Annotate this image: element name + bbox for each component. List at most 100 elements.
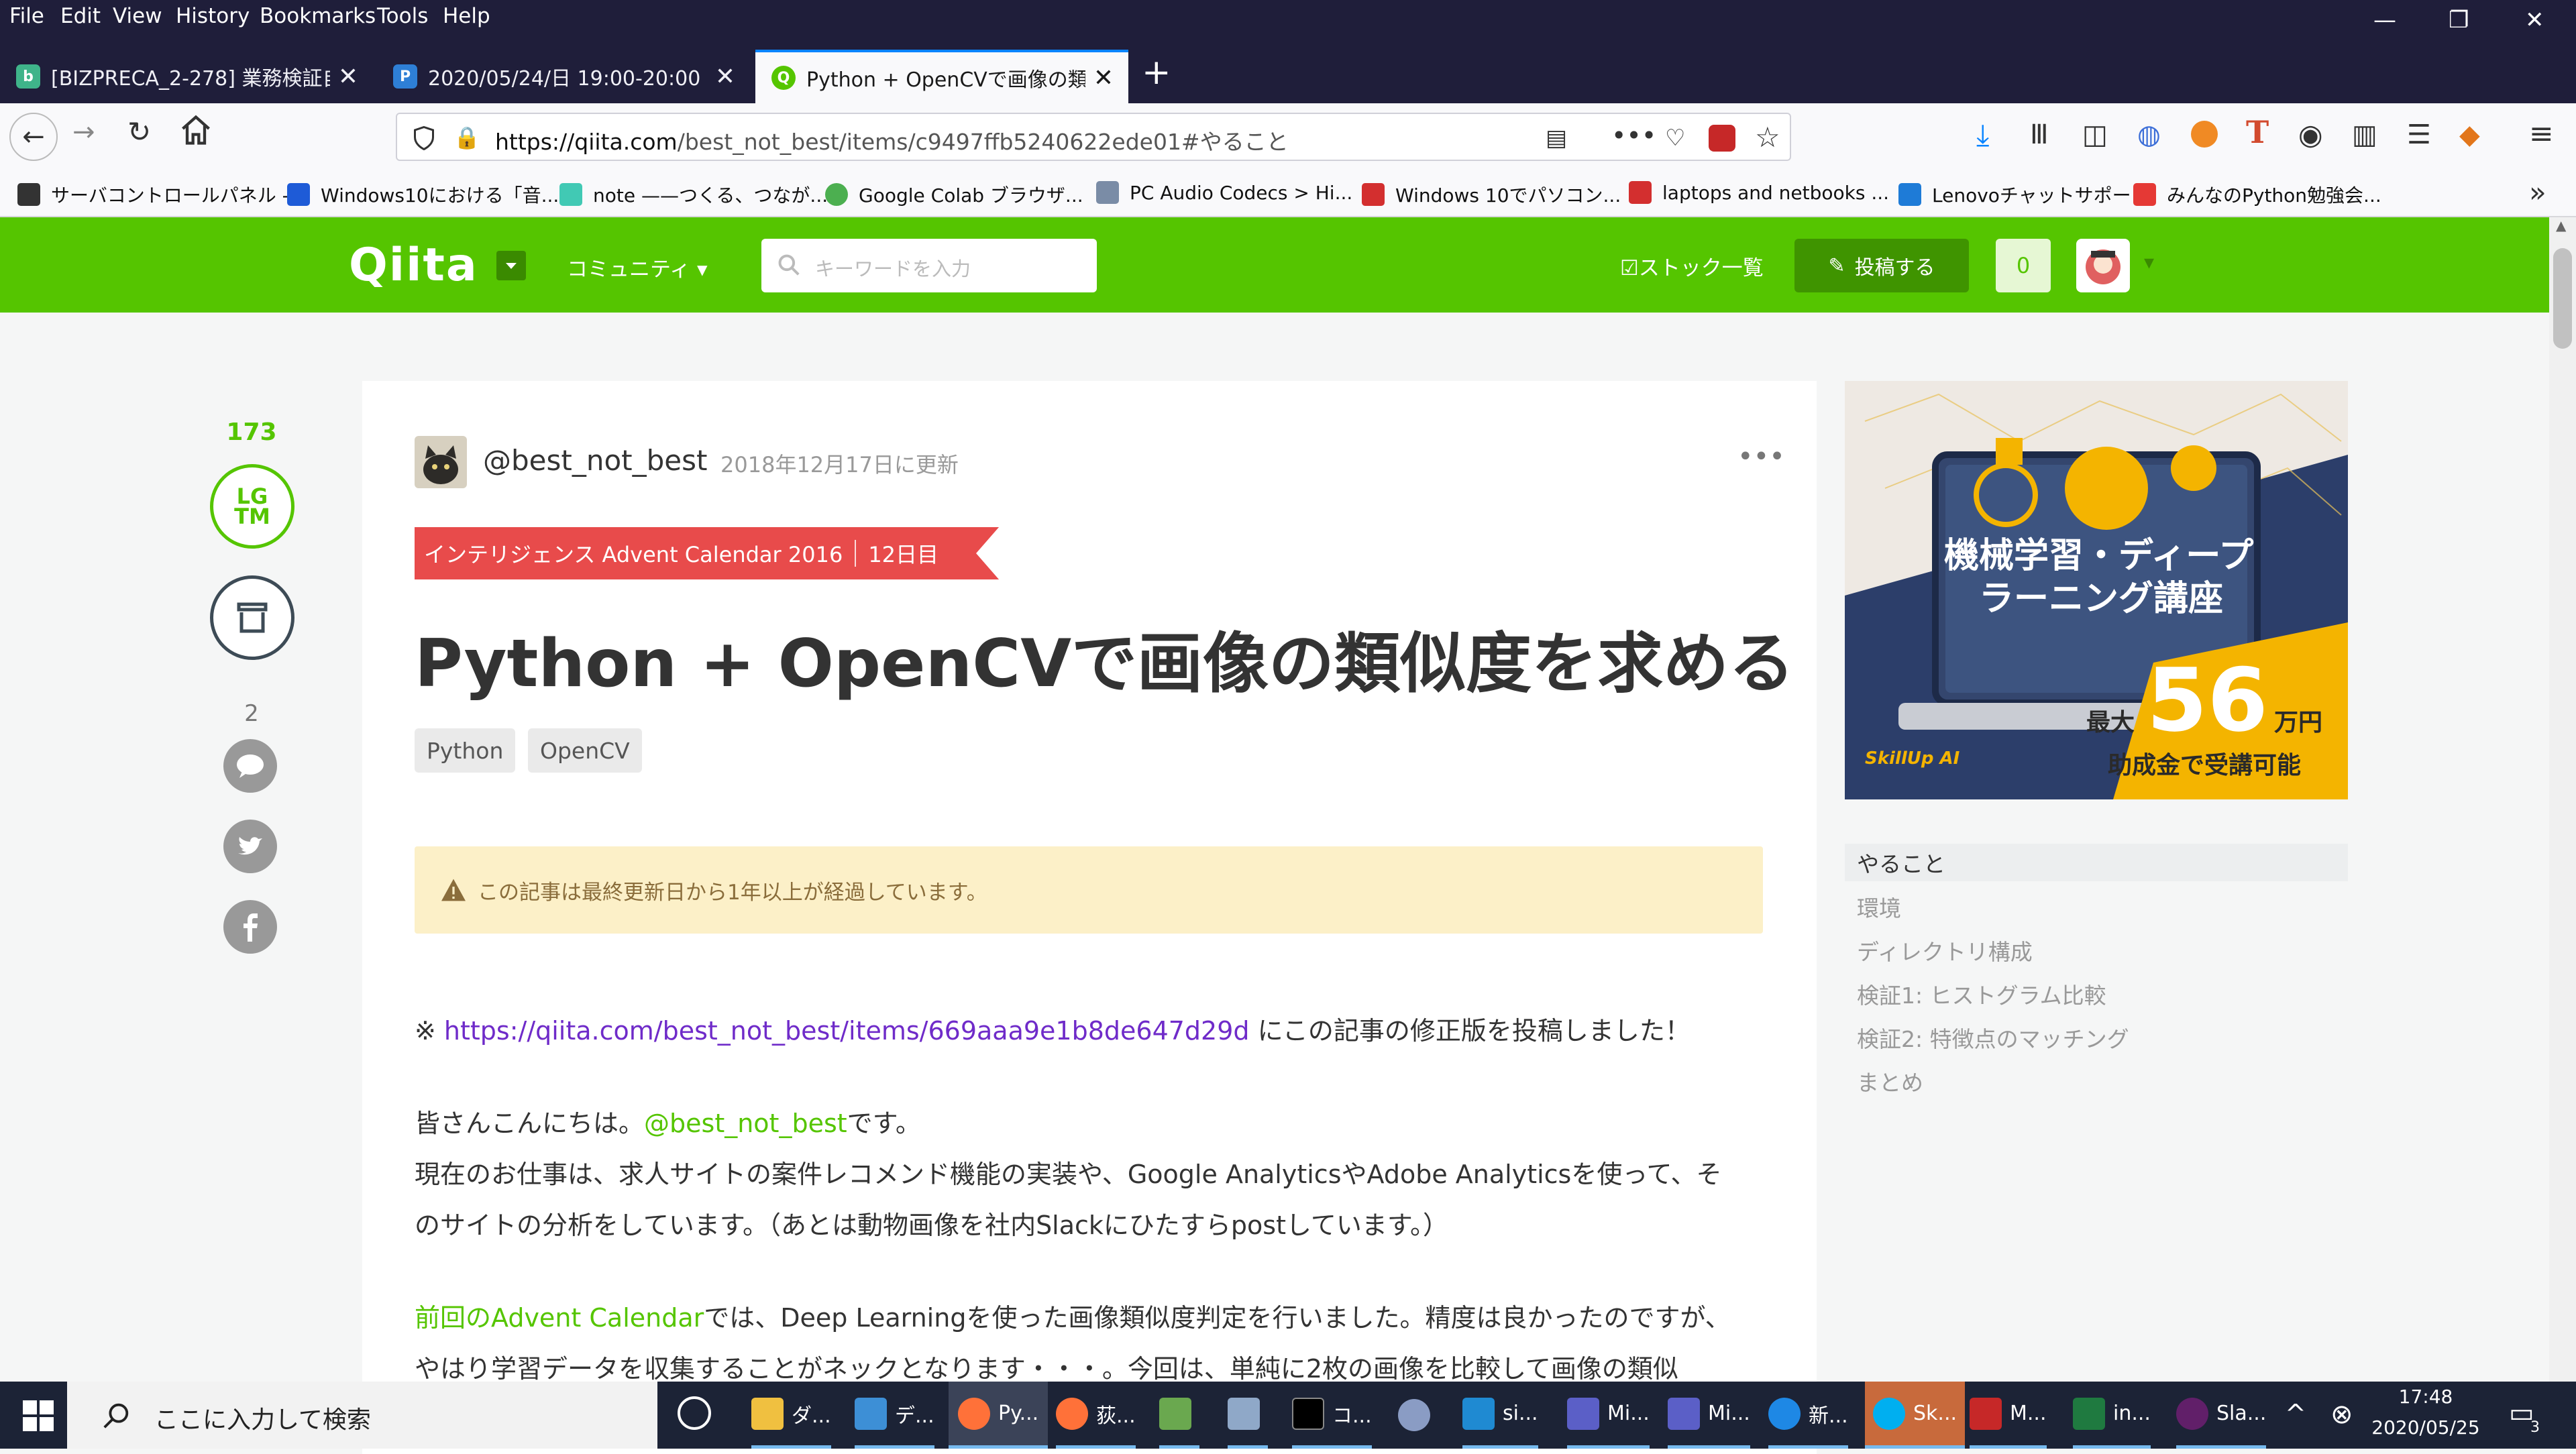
stock-button[interactable]: [210, 575, 294, 660]
bookmark-item[interactable]: Windows 10でパソコン...: [1362, 181, 1621, 208]
tag-python[interactable]: Python: [415, 728, 516, 773]
taskbar-app[interactable]: デ...: [855, 1382, 934, 1449]
advent-calendar-banner[interactable]: インテリジェンス Advent Calendar 2016 12日目: [415, 527, 999, 579]
extension-icon[interactable]: [1709, 125, 1735, 152]
menu-file[interactable]: File: [9, 4, 44, 28]
metamask-fox-icon[interactable]: ◆: [2459, 119, 2480, 150]
taskbar-app[interactable]: M...: [1970, 1382, 2047, 1449]
tab-bizpreca[interactable]: b [BIZPRECA_2-278] 業務検証自動 ✕: [0, 50, 373, 103]
taskbar-app[interactable]: [1398, 1382, 1438, 1449]
taskbar-app-active[interactable]: Py...: [949, 1382, 1049, 1449]
extension-t-icon[interactable]: T: [2246, 114, 2269, 150]
taskbar-app[interactable]: [1159, 1382, 1199, 1449]
taskbar-app[interactable]: Mi...: [1567, 1382, 1650, 1449]
tab-qiita-active[interactable]: Q Python + OpenCVで画像の類似 ✕: [755, 50, 1128, 103]
clock-time[interactable]: 17:48: [2372, 1386, 2479, 1408]
taskbar-app[interactable]: si...: [1462, 1382, 1538, 1449]
downloads-icon[interactable]: ⤓: [1976, 118, 1989, 152]
reader-view-icon[interactable]: ▤: [1546, 125, 1567, 152]
extension-server-icon[interactable]: ☰: [2407, 119, 2431, 150]
comment-icon[interactable]: [223, 739, 277, 793]
previous-advent-link[interactable]: 前回のAdvent Calendar: [415, 1303, 704, 1333]
task-view-icon[interactable]: [678, 1396, 711, 1430]
forward-icon[interactable]: →: [72, 117, 95, 148]
home-icon[interactable]: [178, 113, 213, 148]
translate-extension-icon[interactable]: ◍: [2137, 119, 2161, 150]
scroll-up-icon[interactable]: ▲: [2556, 217, 2566, 233]
taskbar-app[interactable]: [1228, 1382, 1268, 1449]
close-tab-icon[interactable]: ✕: [1093, 64, 1114, 92]
tag-opencv[interactable]: OpenCV: [528, 728, 642, 773]
bookmark-item[interactable]: PC Audio Codecs > Hi...: [1096, 181, 1352, 204]
taskbar-app[interactable]: 新...: [1768, 1382, 1848, 1449]
toc-item[interactable]: まとめ: [1845, 1062, 2348, 1100]
menu-edit[interactable]: Edit: [60, 4, 101, 28]
page-scrollbar[interactable]: ▲: [2549, 217, 2576, 1382]
reload-icon[interactable]: ↻: [127, 115, 151, 148]
toc-item[interactable]: ディレクトリ構成: [1845, 932, 2348, 969]
bookmarks-overflow-icon[interactable]: »: [2529, 176, 2546, 209]
scrollbar-thumb[interactable]: [2553, 248, 2572, 349]
author-name[interactable]: @best_not_best: [483, 444, 707, 477]
clock-date[interactable]: 2020/05/25: [2361, 1416, 2490, 1439]
tracking-shield-icon[interactable]: [412, 125, 436, 152]
toc-item[interactable]: やること: [1845, 844, 2348, 881]
back-icon[interactable]: ←: [9, 113, 58, 161]
extension-circle-icon[interactable]: ◉: [2298, 118, 2323, 151]
advertisement-banner[interactable]: 機械学習・ディープ ラーニング講座 最大 56 万円 助成金で受講可能 Skil…: [1845, 381, 2348, 799]
close-tab-icon[interactable]: ✕: [715, 63, 735, 91]
facebook-icon[interactable]: [223, 900, 277, 954]
twitter-icon[interactable]: [223, 820, 277, 873]
post-button[interactable]: ✎ 投稿する: [1794, 239, 1969, 292]
url-bar[interactable]: 🔒 https://qiita.com/best_not_best/items/…: [396, 113, 1791, 161]
library-icon[interactable]: Ⅲ: [2030, 119, 2049, 150]
bookmark-item[interactable]: サーバコントロールパネル -...: [17, 181, 307, 208]
lock-warning-icon[interactable]: 🔒: [453, 125, 480, 150]
author-avatar[interactable]: [415, 436, 467, 488]
hamburger-menu-icon[interactable]: ≡: [2529, 117, 2554, 151]
logo-dropdown-icon[interactable]: [496, 251, 526, 280]
lgtm-button[interactable]: LG TM: [210, 464, 294, 549]
bookmark-star-icon[interactable]: ☆: [1755, 121, 1780, 154]
extension-grid-icon[interactable]: ▥: [2352, 119, 2377, 150]
qiita-logo[interactable]: Qiita: [349, 239, 478, 292]
user-mention-link[interactable]: @best_not_best: [644, 1109, 847, 1138]
community-menu[interactable]: コミュニティ ▾: [567, 252, 708, 282]
bookmark-item[interactable]: laptops and netbooks ...: [1629, 181, 1889, 204]
more-options-icon[interactable]: •••: [1737, 441, 1785, 472]
page-actions-icon[interactable]: •••: [1611, 121, 1656, 150]
menu-help[interactable]: Help: [443, 4, 490, 28]
tray-chevron-icon[interactable]: ^: [2285, 1399, 2306, 1429]
taskbar-app[interactable]: Sla...: [2176, 1382, 2267, 1449]
pocket-icon[interactable]: ♡: [1665, 125, 1685, 152]
avatar-dropdown-icon[interactable]: ▾: [2144, 251, 2154, 274]
bookmark-item[interactable]: みんなのPython勉強会...: [2133, 181, 2381, 208]
minimize-icon[interactable]: —: [2373, 7, 2396, 34]
close-window-icon[interactable]: ✕: [2525, 7, 2544, 34]
taskbar-app[interactable]: Mi...: [1668, 1382, 1750, 1449]
search-input[interactable]: キーワードを入力: [761, 239, 1097, 292]
taskbar-app[interactable]: in...: [2073, 1382, 2151, 1449]
taskbar-search[interactable]: ここに入力して検索: [67, 1382, 657, 1449]
taskbar-app[interactable]: ダ...: [751, 1382, 831, 1449]
sidebar-icon[interactable]: ◫: [2082, 119, 2108, 150]
taskbar-app[interactable]: 荻...: [1056, 1382, 1136, 1449]
toc-item[interactable]: 環境: [1845, 888, 2348, 926]
notification-badge[interactable]: 0: [1996, 239, 2051, 292]
user-avatar[interactable]: [2076, 239, 2130, 292]
menu-history[interactable]: History: [176, 4, 250, 28]
tab-schedule[interactable]: P 2020/05/24/日 19:00-20:00 | BR ✕: [377, 50, 750, 103]
tray-status-icon[interactable]: ⊗: [2330, 1399, 2353, 1430]
close-tab-icon[interactable]: ✕: [338, 63, 358, 91]
bookmark-item[interactable]: Lenovoチャットサポート: [1898, 181, 2150, 208]
stock-list-link[interactable]: ☑ストック一覧: [1620, 251, 1764, 281]
new-tab-button[interactable]: +: [1142, 52, 1171, 93]
menu-bookmarks[interactable]: Bookmarks: [260, 4, 376, 28]
windows-start-icon[interactable]: [23, 1400, 54, 1431]
toc-item[interactable]: 検証1: ヒストグラム比較: [1845, 975, 2348, 1013]
extension-orange-icon[interactable]: [2191, 121, 2218, 148]
taskbar-app[interactable]: Sk...: [1865, 1382, 1966, 1449]
toc-item[interactable]: 検証2: 特徴点のマッチング: [1845, 1019, 2348, 1056]
bookmark-item[interactable]: Windows10における「音...: [287, 181, 559, 208]
taskbar-app[interactable]: コ...: [1292, 1382, 1372, 1449]
